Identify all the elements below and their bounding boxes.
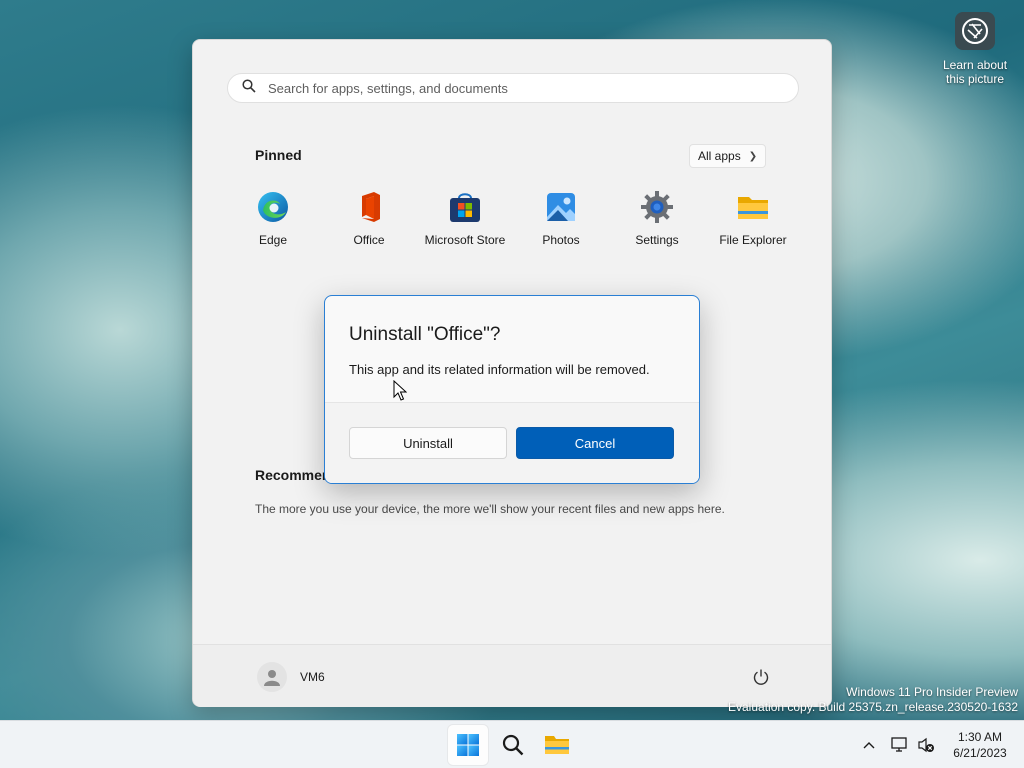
recommended-empty-text: The more you use your device, the more w… bbox=[255, 502, 725, 516]
edge-icon bbox=[258, 192, 288, 222]
search-input[interactable]: Search for apps, settings, and documents bbox=[227, 73, 799, 103]
pinned-app-microsoft-store[interactable]: Microsoft Store bbox=[417, 190, 513, 247]
uninstall-dialog: Uninstall "Office"? This app and its rel… bbox=[324, 295, 700, 484]
widget-label: Learn about this picture bbox=[942, 58, 1008, 86]
pinned-app-photos[interactable]: Photos bbox=[513, 190, 609, 247]
chevron-right-icon: ❯ bbox=[748, 150, 758, 162]
user-avatar[interactable] bbox=[257, 662, 287, 692]
folder-icon bbox=[545, 736, 569, 754]
show-hidden-icons-button[interactable] bbox=[859, 735, 879, 755]
app-label: Office bbox=[353, 233, 385, 247]
pinned-heading: Pinned bbox=[255, 147, 302, 163]
app-label: Settings bbox=[635, 233, 679, 247]
taskbar: 1:30 AM 6/21/2023 bbox=[0, 720, 1024, 768]
app-label: File Explorer bbox=[719, 233, 787, 247]
dialog-message: This app and its related information wil… bbox=[349, 362, 650, 377]
taskbar-search-button[interactable] bbox=[493, 725, 533, 765]
store-icon bbox=[450, 193, 480, 222]
search-icon bbox=[242, 78, 256, 98]
folder-icon bbox=[738, 197, 768, 219]
search-placeholder: Search for apps, settings, and documents bbox=[268, 80, 508, 96]
start-button[interactable] bbox=[448, 725, 488, 765]
app-label: Edge bbox=[258, 233, 288, 247]
taskbar-clock[interactable]: 1:30 AM 6/21/2023 bbox=[940, 729, 1020, 761]
network-status[interactable] bbox=[890, 735, 910, 755]
all-apps-button[interactable]: All apps ❯ bbox=[689, 144, 767, 168]
settings-icon bbox=[641, 191, 673, 223]
windows-logo-icon bbox=[457, 734, 479, 756]
learn-about-picture-widget[interactable]: Learn about this picture bbox=[940, 12, 1010, 86]
clock-time: 1:30 AM bbox=[957, 730, 1003, 744]
cancel-button[interactable]: Cancel bbox=[516, 427, 674, 459]
watermark-build: Evaluation copy. Build 25375.zn_release.… bbox=[728, 700, 1018, 714]
all-apps-label: All apps bbox=[698, 149, 741, 163]
pinned-app-edge[interactable]: Edge bbox=[225, 190, 321, 247]
pinned-app-office[interactable]: Office bbox=[321, 190, 417, 247]
search-icon bbox=[502, 734, 524, 756]
network-monitor-icon bbox=[891, 737, 907, 752]
taskbar-file-explorer[interactable] bbox=[537, 725, 577, 765]
speaker-muted-icon bbox=[918, 737, 934, 753]
mouse-cursor-icon bbox=[393, 380, 407, 401]
app-label: Microsoft Store bbox=[424, 233, 506, 247]
camera-aperture-icon bbox=[955, 12, 995, 50]
photos-icon bbox=[547, 193, 575, 221]
dialog-title: Uninstall "Office"? bbox=[349, 324, 501, 345]
watermark-edition: Windows 11 Pro Insider Preview bbox=[846, 685, 1018, 699]
uninstall-button[interactable]: Uninstall bbox=[349, 427, 507, 459]
pinned-app-file-explorer[interactable]: File Explorer bbox=[705, 190, 801, 247]
chevron-up-icon bbox=[863, 742, 875, 749]
volume-status[interactable] bbox=[916, 735, 936, 755]
power-icon bbox=[753, 669, 769, 685]
user-name[interactable]: VM6 bbox=[300, 670, 325, 684]
pinned-app-settings[interactable]: Settings bbox=[609, 190, 705, 247]
app-label: Photos bbox=[542, 233, 580, 247]
build-watermark: Windows 11 Pro Insider Preview Evaluatio… bbox=[728, 685, 1018, 715]
office-icon bbox=[362, 192, 380, 222]
clock-date: 6/21/2023 bbox=[953, 746, 1007, 760]
user-icon bbox=[264, 670, 280, 686]
